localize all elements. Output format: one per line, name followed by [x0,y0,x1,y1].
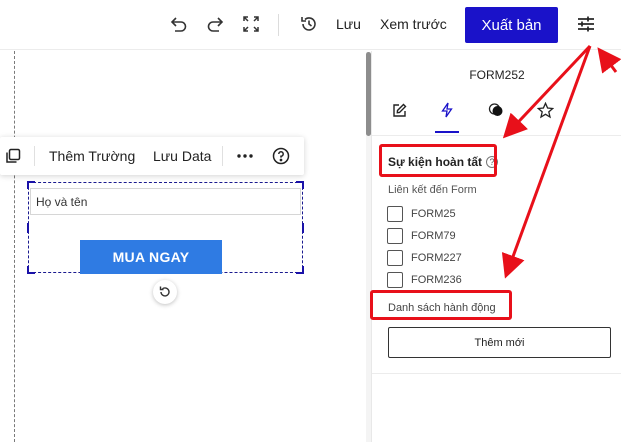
linked-form-label: FORM79 [411,230,456,242]
checkbox[interactable] [387,206,403,222]
event-section-label: Sự kiện hoàn tất [388,155,483,169]
linked-form-option[interactable]: FORM236 [387,271,462,289]
active-tab-indicator [435,131,459,133]
linked-form-option[interactable]: FORM79 [387,227,456,245]
event-section-title: Sự kiện hoàn tất ? [388,155,499,169]
resize-handle[interactable] [302,181,304,189]
buy-now-button[interactable]: MUA NGAY [80,240,222,274]
editor-canvas[interactable]: Thêm Trường Lưu Data Họ và tên MUA NGAY [0,51,370,442]
checkbox[interactable] [387,250,403,266]
linked-form-label: FORM25 [411,208,456,220]
resize-handle[interactable] [27,223,29,233]
resize-handle[interactable] [302,223,304,233]
element-toolbar: Thêm Trường Lưu Data [0,137,304,175]
section-guide-line [14,51,15,442]
undo-icon[interactable] [167,12,191,36]
rotate-icon[interactable] [153,280,177,304]
help-icon[interactable] [272,137,290,175]
resize-handle[interactable] [302,266,304,274]
redo-icon[interactable] [203,12,227,36]
toolbar-divider [278,14,279,36]
save-data-button[interactable]: Lưu Data [153,137,211,175]
resize-handle[interactable] [27,266,29,274]
preview-button[interactable]: Xem trước [380,16,447,32]
fullscreen-icon[interactable] [239,12,263,36]
form-element[interactable]: Họ và tên MUA NGAY [27,181,304,274]
sliders-icon[interactable] [574,12,598,36]
publish-button[interactable]: Xuất bản [465,7,558,43]
linked-form-label: FORM227 [411,252,462,264]
panel-divider [372,135,621,136]
checkbox[interactable] [387,272,403,288]
contrast-icon[interactable] [481,97,511,123]
toolbar-divider [222,146,223,166]
add-new-button[interactable]: Thêm mới [388,327,611,358]
linked-form-option[interactable]: FORM227 [387,249,462,267]
linked-form-option[interactable]: FORM25 [387,205,456,223]
properties-panel: FORM252 Sự kiện hoàn tất ? Liên kết đến … [371,51,621,442]
actions-list-label: Danh sách hành động [388,302,496,314]
top-toolbar: Lưu Xem trước Xuất bản [0,0,621,50]
link-form-label: Liên kết đến Form [388,184,477,196]
history-icon[interactable] [297,12,321,36]
save-button[interactable]: Lưu [336,16,361,32]
help-icon[interactable]: ? [486,156,499,168]
duplicate-icon[interactable] [5,137,21,175]
resize-handle[interactable] [27,181,29,189]
toolbar-divider [34,146,35,166]
star-icon[interactable] [530,97,560,123]
edit-icon[interactable] [384,97,414,123]
name-field[interactable]: Họ và tên [30,188,301,215]
linked-form-label: FORM236 [411,274,462,286]
panel-divider [372,373,621,374]
panel-title: FORM252 [469,68,525,82]
checkbox[interactable] [387,228,403,244]
lightning-icon[interactable] [432,97,462,123]
add-field-button[interactable]: Thêm Trường [49,137,135,175]
more-icon[interactable] [236,137,254,175]
